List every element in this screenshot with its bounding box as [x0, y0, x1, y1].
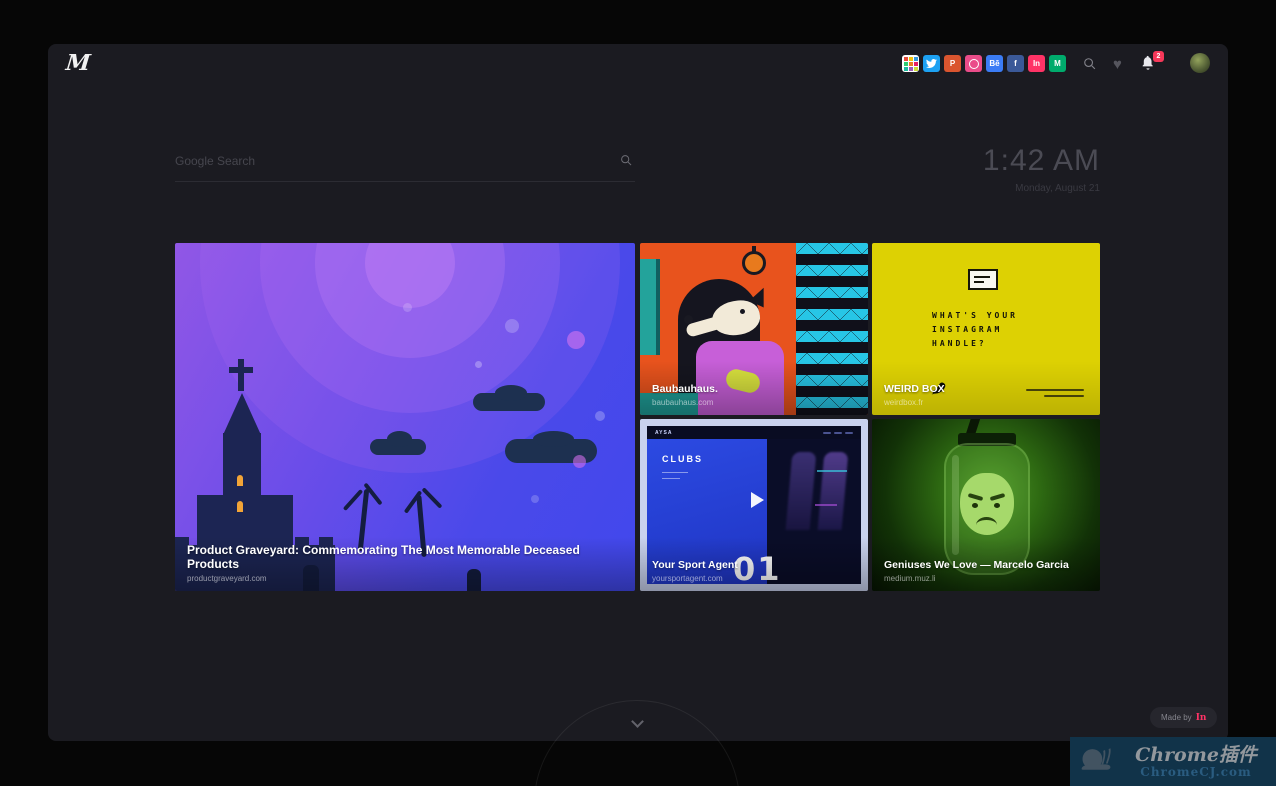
- pocket-watch-art: [742, 251, 766, 275]
- church-art: [223, 393, 261, 435]
- notifications-bell-icon[interactable]: 2: [1140, 55, 1160, 75]
- play-button-art: [751, 492, 764, 508]
- door-art: [640, 259, 660, 355]
- clock-date: Monday, August 21: [983, 183, 1100, 194]
- card-baubauhaus[interactable]: Baubauhaus. baubauhaus.com: [640, 243, 868, 415]
- muzli-logo[interactable]: M: [65, 50, 92, 76]
- card-title: Baubauhaus.: [652, 383, 858, 395]
- site-logo-text: AYSA: [655, 430, 672, 436]
- search-input[interactable]: [175, 144, 605, 178]
- search-submit-icon[interactable]: [620, 154, 633, 167]
- google-search-bar: [175, 144, 635, 182]
- clock-widget: 1:42 AM Monday, August 21: [983, 144, 1100, 194]
- watermark-domain: ChromeCJ.com: [1116, 765, 1276, 779]
- card-label: Your Sport Agent yoursportagent.com: [652, 559, 858, 583]
- card-geniuses-we-love[interactable]: Geniuses We Love — Marcelo Garcia medium…: [872, 419, 1100, 591]
- behance-icon[interactable]: Bē: [986, 55, 1003, 72]
- card-label: Baubauhaus. baubauhaus.com: [652, 383, 858, 407]
- source-icon-row: P Bē f In M: [902, 55, 1066, 72]
- card-label: WEIRD BOX weirdbox.fr: [884, 383, 1090, 407]
- snail-logo-icon: [1078, 744, 1114, 779]
- dead-tree-art: [358, 489, 369, 551]
- card-source: medium.muz.li: [884, 574, 1090, 583]
- favorites-heart-icon[interactable]: ♥: [1113, 57, 1122, 72]
- card-source: productgraveyard.com: [187, 574, 625, 583]
- card-source: weirdbox.fr: [884, 398, 1090, 407]
- clock-time: 1:42 AM: [983, 144, 1100, 178]
- notification-badge: 2: [1153, 51, 1164, 62]
- card-weird-box[interactable]: WHAT'S YOUR INSTAGRAM HANDLE? WEIRD BOX …: [872, 243, 1100, 415]
- scroll-arc: [534, 700, 740, 786]
- cloud-art: [370, 439, 426, 455]
- made-by-text: Made by: [1161, 713, 1192, 722]
- twitter-icon[interactable]: [923, 55, 940, 72]
- facebook-icon[interactable]: f: [1007, 55, 1024, 72]
- handwritten-question: WHAT'S YOUR INSTAGRAM HANDLE?: [932, 309, 1018, 351]
- card-label: Geniuses We Love — Marcelo Garcia medium…: [884, 559, 1090, 583]
- invision-logo-text: In: [1196, 713, 1207, 723]
- made-by-invision-badge[interactable]: Made by In: [1150, 707, 1217, 728]
- framed-picture-art: [968, 269, 998, 290]
- card-title: Product Graveyard: Commemorating The Mos…: [187, 543, 625, 571]
- watermark-text: Chrome插件 ChromeCJ.com: [1116, 745, 1276, 779]
- user-avatar[interactable]: [1190, 53, 1210, 73]
- dribbble-ball-glyph: [969, 59, 979, 69]
- dribbble-icon[interactable]: [965, 55, 982, 72]
- card-title: Geniuses We Love — Marcelo Garcia: [884, 559, 1090, 571]
- muzli-new-tab: M P Bē f In M ♥: [0, 0, 1276, 786]
- glitch-figure-art: [786, 452, 817, 530]
- bubble-art: [505, 319, 519, 333]
- color-grid-glyph: [904, 57, 918, 71]
- lit-window-art: [237, 475, 243, 486]
- card-product-graveyard[interactable]: Product Graveyard: Commemorating The Mos…: [175, 243, 635, 591]
- card-source: yoursportagent.com: [652, 574, 858, 583]
- card-title: WEIRD BOX: [884, 383, 1090, 395]
- muzli-picks-icon[interactable]: [902, 55, 919, 72]
- card-your-sport-agent[interactable]: AYSA CLUBS 01 Your Sport Agent yoursport…: [640, 419, 868, 591]
- clubs-heading: CLUBS: [662, 454, 703, 464]
- extension-panel: M P Bē f In M ♥: [48, 44, 1228, 741]
- card-source: baubauhaus.com: [652, 398, 858, 407]
- search-icon[interactable]: [1083, 57, 1097, 71]
- chromecj-watermark: Chrome插件 ChromeCJ.com: [1070, 737, 1276, 786]
- medium-icon[interactable]: M: [1049, 55, 1066, 72]
- product-hunt-icon[interactable]: P: [944, 55, 961, 72]
- card-title: Your Sport Agent: [652, 559, 858, 571]
- invision-icon[interactable]: In: [1028, 55, 1045, 72]
- watermark-title: Chrome插件: [1116, 745, 1276, 765]
- card-label: Product Graveyard: Commemorating The Mos…: [187, 543, 625, 583]
- twitter-bird-glyph: [926, 58, 937, 69]
